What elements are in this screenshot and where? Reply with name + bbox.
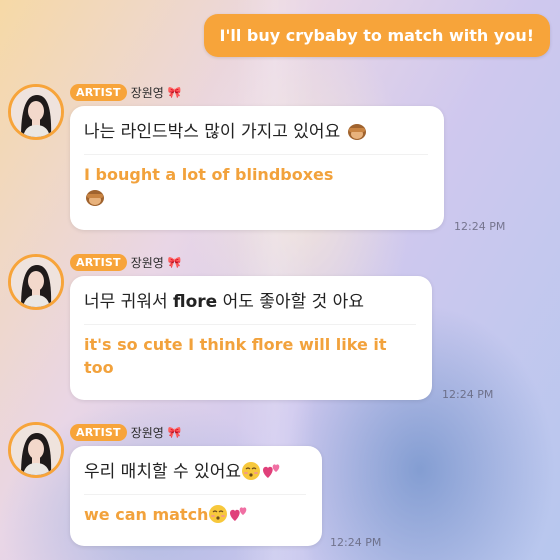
bow-icon: 🎀 <box>167 256 182 269</box>
artist-badge: ARTIST <box>70 254 127 271</box>
avatar-image <box>11 257 61 307</box>
artist-name-row: ARTIST 장원영 🎀 <box>70 84 182 101</box>
sent-message-bubble: I'll buy crybaby to match with you! <box>203 14 550 57</box>
artist-name: 장원영 <box>130 86 164 100</box>
artist-name: 장원영 <box>130 426 164 440</box>
english-translation: it's so cute I think flore will like it … <box>84 324 416 379</box>
korean-text: 우리 매치할 수 있어요 <box>84 460 306 484</box>
sent-message-text: I'll buy crybaby to match with you! <box>219 26 535 45</box>
message-timestamp: 12:24 PM <box>454 220 506 233</box>
korean-text: 나는 라인드박스 많이 가지고 있어요 <box>84 120 428 144</box>
artist-avatar[interactable] <box>8 254 64 310</box>
english-translation: I bought a lot of blindboxes <box>84 154 428 209</box>
message-bubble: 나는 라인드박스 많이 가지고 있어요 I bought a lot of bl… <box>70 106 444 230</box>
see-no-evil-monkey-icon <box>84 188 106 206</box>
bow-icon: 🎀 <box>167 86 182 99</box>
artist-name: 장원영 <box>130 256 164 270</box>
artist-avatar[interactable] <box>8 422 64 478</box>
english-translation: we can match <box>84 494 306 526</box>
kissing-face-icon <box>208 504 228 524</box>
kissing-face-icon <box>241 461 261 481</box>
avatar-image <box>11 87 61 137</box>
bow-icon: 🎀 <box>167 426 182 439</box>
two-hearts-icon <box>228 505 248 523</box>
two-hearts-icon <box>261 462 281 480</box>
artist-avatar[interactable] <box>8 84 64 140</box>
korean-text: 너무 귀워서 flore 어도 좋아할 것 아요 <box>84 292 364 312</box>
message-timestamp: 12:24 PM <box>442 388 494 401</box>
avatar-image <box>11 425 61 475</box>
message-timestamp: 12:24 PM <box>330 536 382 549</box>
artist-name-row: ARTIST 장원영 🎀 <box>70 254 182 271</box>
message-bubble: 너무 귀워서 flore 어도 좋아할 것 아요 it's so cute I … <box>70 276 432 400</box>
artist-badge: ARTIST <box>70 84 127 101</box>
artist-badge: ARTIST <box>70 424 127 441</box>
see-no-evil-monkey-icon <box>346 122 368 140</box>
message-bubble: 우리 매치할 수 있어요 we can match <box>70 446 322 546</box>
artist-name-row: ARTIST 장원영 🎀 <box>70 424 182 441</box>
